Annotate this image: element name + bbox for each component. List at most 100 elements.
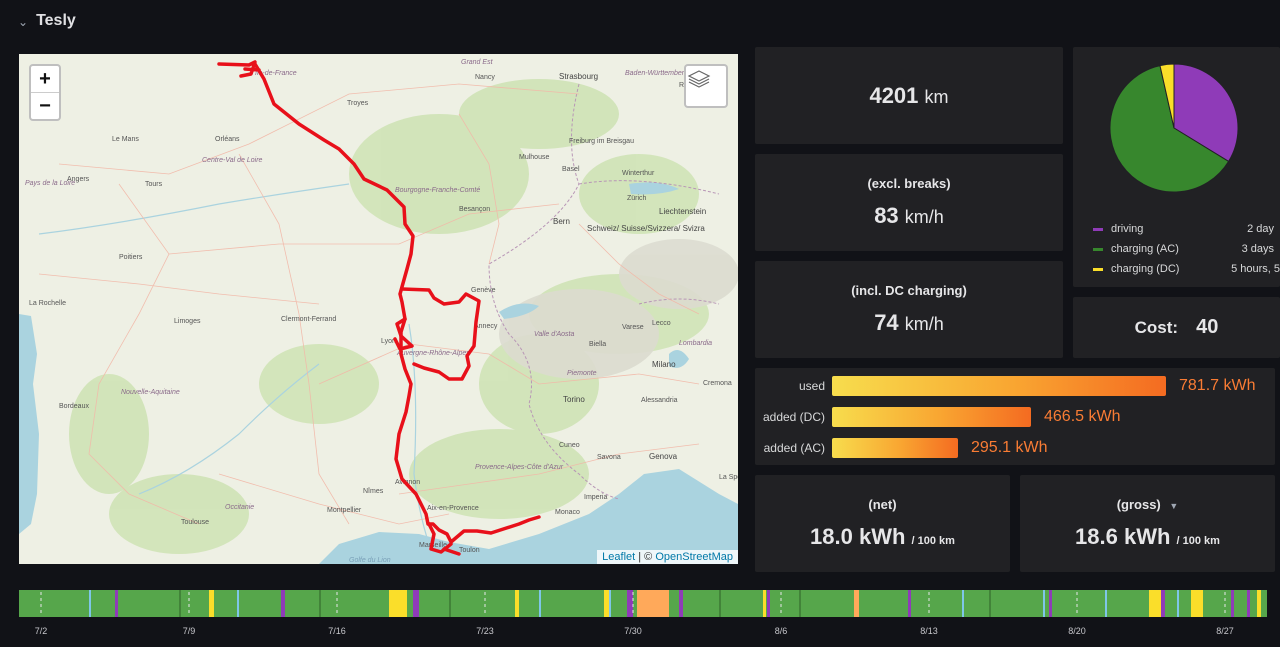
zoom-in-button[interactable]: + bbox=[31, 66, 59, 92]
energy-bar-used bbox=[832, 376, 1166, 396]
map-place-label: Winterthur bbox=[622, 170, 655, 177]
map-place-label: Montpellier bbox=[327, 507, 362, 514]
map-place-label: Bordeaux bbox=[59, 403, 89, 410]
energy-label-added-dc: added (DC) bbox=[762, 410, 825, 424]
map-place-label: Troyes bbox=[347, 100, 369, 107]
map-place-label: Monaco bbox=[555, 509, 580, 516]
consumption-gross-panel: (gross) ▼ 18.6 kWh / 100 km bbox=[1020, 475, 1275, 572]
consumption-gross-title: (gross) bbox=[1116, 497, 1161, 512]
chevron-down-icon: ⌄ bbox=[18, 15, 29, 29]
map-place-label: Biella bbox=[589, 341, 607, 348]
timeline-tick: 7/16 bbox=[328, 626, 346, 636]
map-place-label: Schweiz/ Suisse/Svizzera/ Svizra bbox=[587, 224, 705, 233]
map-place-label: Centre-Val de Loire bbox=[202, 157, 263, 164]
legend-item-driving[interactable]: driving 2 day bbox=[1093, 223, 1274, 235]
layers-icon[interactable] bbox=[684, 64, 728, 108]
speed-excl-breaks-panel: (excl. breaks) 83 km/h bbox=[755, 154, 1063, 251]
legend-item-charging-dc[interactable]: charging (DC) 5 hours, 5 bbox=[1093, 263, 1280, 275]
state-timeline[interactable] bbox=[19, 590, 1267, 617]
map-place-label: Île-de-France bbox=[255, 70, 297, 77]
map-place-label: Milano bbox=[652, 360, 676, 369]
map-place-label: Clermont-Ferrand bbox=[281, 316, 337, 323]
cost-panel: Cost: 40 bbox=[1073, 297, 1280, 358]
zoom-control: + − bbox=[29, 64, 61, 121]
map-place-label: Varese bbox=[622, 324, 644, 331]
map-place-label: Pays de la Loire bbox=[25, 180, 76, 187]
osm-link[interactable]: OpenStreetMap bbox=[655, 551, 733, 563]
timeline-tick: 7/23 bbox=[476, 626, 494, 636]
route-map[interactable]: Grand Est Nancy Strasbourg Baden-Württember… bbox=[19, 54, 738, 564]
energy-value-added-dc: 466.5 kWh bbox=[1044, 408, 1121, 425]
map-place-label: Strasbourg bbox=[559, 72, 599, 81]
map-place-label: Savona bbox=[597, 454, 621, 461]
legend-item-charging-ac[interactable]: charging (AC) 3 days bbox=[1093, 243, 1274, 255]
map-place-label: Tours bbox=[145, 181, 163, 188]
map-attribution: Leaflet | © OpenStreetMap bbox=[597, 550, 738, 564]
timeline-tick: 7/30 bbox=[624, 626, 642, 636]
distance-unit: km bbox=[924, 86, 949, 107]
speed-incl-dc-value: 74 bbox=[874, 310, 899, 335]
timeline-tick: 8/13 bbox=[920, 626, 938, 636]
map-place-label: Besançon bbox=[459, 206, 491, 213]
zoom-out-button[interactable]: − bbox=[31, 92, 59, 119]
map-place-label: Cremona bbox=[703, 380, 732, 387]
row-title: Tesly bbox=[36, 12, 76, 29]
map-place-label: Lecco bbox=[652, 320, 671, 327]
energy-label-added-ac: added (AC) bbox=[763, 441, 825, 455]
map-place-label: Imperia bbox=[584, 494, 608, 501]
map-place-label: Basel bbox=[562, 166, 580, 173]
map-place-label: Occitanie bbox=[225, 504, 255, 511]
map-place-label: Bourgogne-Franche-Comté bbox=[395, 187, 481, 194]
time-pie-chart bbox=[1109, 63, 1239, 193]
map-place-label: Grand Est bbox=[461, 59, 493, 66]
legend-swatch bbox=[1093, 267, 1103, 271]
legend-swatch bbox=[1093, 247, 1103, 251]
cost-value: 40 bbox=[1196, 316, 1219, 338]
energy-bar-gauge: used 781.7 kWh added (DC) 466.5 kWh adde… bbox=[755, 368, 1275, 465]
distance-value: 4201 bbox=[869, 82, 919, 108]
map-place-label: Toulouse bbox=[181, 519, 210, 526]
map-place-label: Lyon bbox=[381, 338, 396, 345]
speed-incl-dc-panel: (incl. DC charging) 74 km/h bbox=[755, 261, 1063, 358]
timeline-tick: 7/2 bbox=[34, 626, 48, 636]
map-place-label: Aix-en-Provence bbox=[427, 505, 479, 512]
map-place-label: Lombardia bbox=[679, 340, 713, 347]
consumption-net-title: (net) bbox=[868, 497, 897, 512]
timeline-tick: 7/9 bbox=[182, 626, 196, 636]
time-breakdown-panel: driving 2 day charging (AC) 3 days charg… bbox=[1073, 47, 1280, 287]
panel-menu-caret-icon[interactable]: ▼ bbox=[1169, 501, 1178, 511]
map-place-label: Avignon bbox=[395, 479, 421, 486]
map-place-label: Valle d'Aosta bbox=[534, 331, 575, 338]
map-place-label: Cuneo bbox=[559, 442, 580, 449]
map-place-label: Limoges bbox=[174, 318, 201, 325]
map-place-label: Poitiers bbox=[119, 254, 143, 261]
speed-excl-breaks-value: 83 bbox=[874, 203, 899, 228]
leaflet-link[interactable]: Leaflet bbox=[602, 551, 635, 563]
map-place-label: Annecy bbox=[474, 323, 498, 330]
legend-swatch bbox=[1093, 227, 1103, 231]
energy-value-used: 781.7 kWh bbox=[1179, 377, 1256, 394]
consumption-gross-value: 18.6 kWh bbox=[1075, 524, 1171, 549]
energy-value-added-ac: 295.1 kWh bbox=[971, 439, 1048, 456]
map-place-label: Baden-Württemberg bbox=[625, 70, 689, 77]
map-place-label: La Rochelle bbox=[29, 300, 66, 307]
row-header-tesly[interactable]: ⌄ Tesly bbox=[18, 12, 76, 30]
energy-bar-added-dc bbox=[832, 407, 1031, 427]
map-place-label: Golfe du Lion bbox=[349, 557, 391, 564]
map-place-label: Marseille bbox=[419, 542, 448, 549]
map-place-label: Bern bbox=[553, 217, 570, 226]
consumption-gross-unit: / 100 km bbox=[1176, 535, 1220, 547]
map-place-label: Liechtenstein bbox=[659, 207, 707, 216]
map-place-label: Genova bbox=[649, 452, 678, 461]
consumption-net-unit: / 100 km bbox=[911, 535, 955, 547]
map-place-label: Torino bbox=[563, 395, 585, 404]
map-place-label: Nancy bbox=[475, 74, 495, 81]
map-place-label: Mulhouse bbox=[519, 154, 550, 161]
map-place-label: Zürich bbox=[627, 195, 647, 202]
energy-label-used: used bbox=[798, 379, 825, 393]
map-place-label: Le Mans bbox=[112, 136, 139, 143]
map-place-label: Alessandria bbox=[641, 397, 678, 404]
map-place-label: Genève bbox=[471, 287, 496, 294]
timeline-tick: 8/20 bbox=[1068, 626, 1086, 636]
timeline-tick: 8/27 bbox=[1216, 626, 1234, 636]
